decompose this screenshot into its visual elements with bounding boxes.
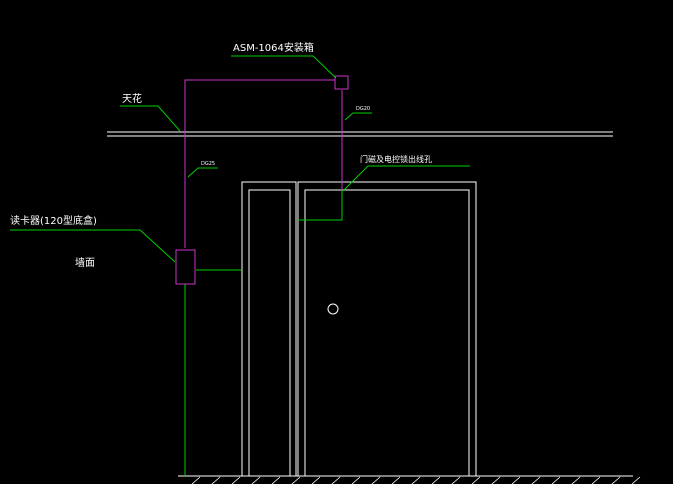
hatch-stroke — [631, 476, 641, 484]
hatch-stroke — [611, 476, 621, 484]
label-device-box: ASM-1064安装箱 — [233, 41, 314, 54]
device-box-asm1064 — [334, 75, 349, 90]
hatch-stroke — [491, 476, 501, 484]
label-card-reader: 读卡器(120型底盒) — [10, 214, 97, 227]
hatch-stroke — [191, 476, 201, 484]
label-wall: 墙面 — [75, 256, 95, 269]
hatch-stroke — [511, 476, 521, 484]
label-ceiling: 天花 — [122, 92, 142, 105]
hatch-stroke — [211, 476, 221, 484]
hatch-stroke — [451, 476, 461, 484]
hatch-stroke — [231, 476, 241, 484]
label-conduit-top: DG20 — [356, 106, 370, 112]
hatch-stroke — [591, 476, 601, 484]
hatch-stroke — [331, 476, 341, 484]
hatch-stroke — [351, 476, 361, 484]
door-handle-icon — [327, 303, 339, 315]
door-frame-left — [241, 181, 297, 477]
card-reader-box — [175, 249, 196, 285]
floor-hatching — [191, 476, 641, 484]
door-frame-main — [297, 181, 477, 477]
hatch-stroke — [291, 476, 301, 484]
cad-drawing-canvas: ASM-1064安装箱 天花 DG20 DG25 门磁及电控锁出线孔 读卡器(1… — [10, 41, 641, 484]
hatch-stroke — [571, 476, 581, 484]
label-conduit-left: DG25 — [201, 161, 215, 167]
hatch-stroke — [251, 476, 261, 484]
hatch-stroke — [551, 476, 561, 484]
ceiling-line — [107, 131, 613, 137]
hatch-stroke — [371, 476, 381, 484]
hatch-stroke — [271, 476, 281, 484]
hatch-stroke — [431, 476, 441, 484]
hatch-stroke — [471, 476, 481, 484]
label-door-exit: 门磁及电控锁出线孔 — [360, 154, 432, 164]
hatch-stroke — [311, 476, 321, 484]
hatch-stroke — [411, 476, 421, 484]
hatch-stroke — [531, 476, 541, 484]
hatch-stroke — [391, 476, 401, 484]
